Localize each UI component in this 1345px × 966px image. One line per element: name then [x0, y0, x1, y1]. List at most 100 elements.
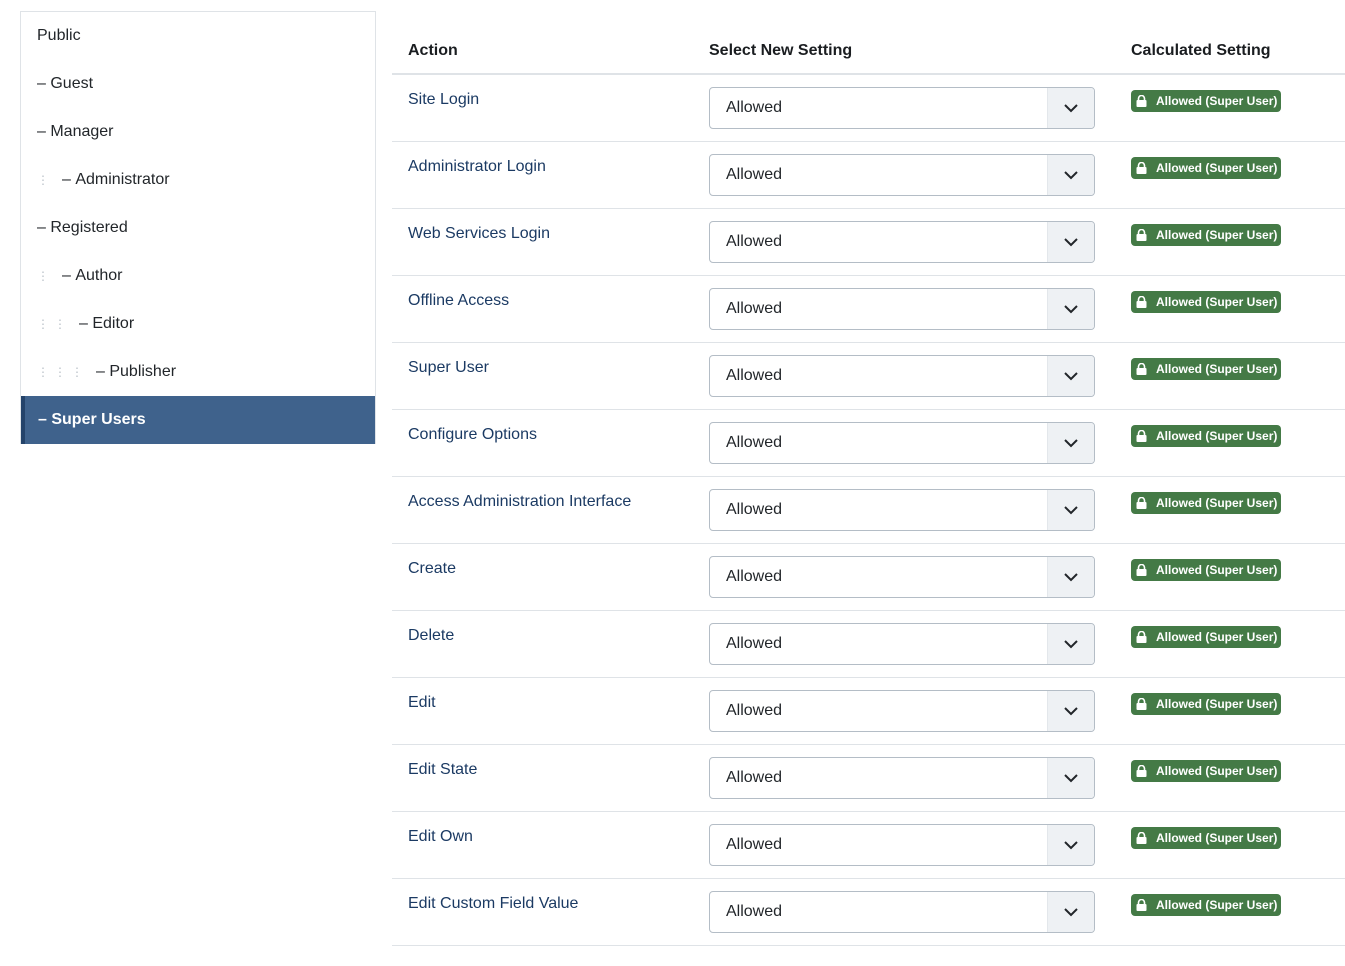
select-cell: Allowed — [709, 142, 1131, 208]
table-row: Super User Allowed Allowed (Super User) — [392, 343, 1345, 410]
tree-dash: – — [38, 411, 52, 428]
table-row: Create Allowed Allowed (Super User) — [392, 544, 1345, 611]
chevron-down-icon — [1047, 356, 1094, 396]
setting-select[interactable]: Allowed — [709, 154, 1095, 196]
header-select-new-setting: Select New Setting — [709, 41, 853, 59]
setting-select[interactable]: Allowed — [709, 422, 1095, 464]
action-label: Delete — [408, 627, 455, 644]
calculated-setting-label: Allowed (Super User) — [1156, 630, 1278, 644]
setting-select-value: Allowed — [726, 903, 783, 920]
select-cell: Allowed — [709, 879, 1131, 945]
setting-select[interactable]: Allowed — [709, 757, 1095, 799]
action-label: Web Services Login — [408, 225, 550, 242]
calculated-cell: Allowed (Super User) — [1131, 544, 1345, 610]
group-item-public[interactable]: Public — [21, 12, 375, 60]
lock-icon — [1136, 94, 1148, 108]
action-label: Offline Access — [408, 292, 510, 309]
calculated-cell: Allowed (Super User) — [1131, 812, 1345, 878]
setting-select-value: Allowed — [726, 635, 783, 652]
chevron-down-icon — [1047, 825, 1094, 865]
calculated-setting-label: Allowed (Super User) — [1156, 831, 1278, 845]
calculated-cell: Allowed (Super User) — [1131, 75, 1345, 141]
lock-icon — [1136, 295, 1148, 309]
calculated-setting-badge: Allowed (Super User) — [1131, 760, 1282, 782]
calculated-cell: Allowed (Super User) — [1131, 745, 1345, 811]
calculated-cell: Allowed (Super User) — [1131, 477, 1345, 543]
setting-select[interactable]: Allowed — [709, 87, 1095, 129]
group-item-super-users[interactable]: – Super Users — [21, 396, 375, 444]
table-row: Delete Allowed Allowed (Super User) — [392, 611, 1345, 678]
calculated-setting-label: Allowed (Super User) — [1156, 161, 1278, 175]
header-action: Action — [408, 41, 458, 59]
setting-select-value: Allowed — [726, 568, 783, 585]
select-cell: Allowed — [709, 410, 1131, 476]
tree-dash: – — [96, 363, 110, 380]
chevron-down-icon — [1047, 892, 1094, 932]
select-cell: Allowed — [709, 544, 1131, 610]
tree-dash: – — [62, 171, 76, 188]
tree-indent-dots: ⋮ ⋮ ⋮ — [37, 365, 83, 379]
group-item-author[interactable]: ⋮ – Author — [21, 252, 375, 300]
tree-dash: – — [37, 219, 51, 236]
calculated-setting-badge: Allowed (Super User) — [1131, 626, 1282, 648]
setting-select[interactable]: Allowed — [709, 355, 1095, 397]
setting-select-value: Allowed — [726, 99, 783, 116]
tree-indent-dots: ⋮ — [37, 173, 49, 187]
calculated-setting-label: Allowed (Super User) — [1156, 362, 1278, 376]
setting-select[interactable]: Allowed — [709, 489, 1095, 531]
calculated-cell: Allowed (Super User) — [1131, 142, 1345, 208]
select-cell: Allowed — [709, 611, 1131, 677]
calculated-setting-label: Allowed (Super User) — [1156, 295, 1278, 309]
setting-select[interactable]: Allowed — [709, 690, 1095, 732]
calculated-setting-badge: Allowed (Super User) — [1131, 894, 1282, 916]
calculated-setting-badge: Allowed (Super User) — [1131, 425, 1282, 447]
setting-select[interactable]: Allowed — [709, 623, 1095, 665]
table-body: Site Login Allowed Allowed (Super User) Adm… — [392, 75, 1345, 946]
group-item-label: Super Users — [51, 411, 146, 428]
table-row: Access Administration Interface Allowed Al… — [392, 477, 1345, 544]
calculated-setting-label: Allowed (Super User) — [1156, 496, 1278, 510]
tree-dash: – — [37, 75, 51, 92]
lock-icon — [1136, 228, 1148, 242]
lock-icon — [1136, 429, 1148, 443]
calculated-setting-badge: Allowed (Super User) — [1131, 492, 1282, 514]
table-row: Edit State Allowed Allowed (Super User) — [392, 745, 1345, 812]
table-row: Edit Allowed Allowed (Super User) — [392, 678, 1345, 745]
setting-select-value: Allowed — [726, 233, 783, 250]
calculated-cell: Allowed (Super User) — [1131, 879, 1345, 945]
calculated-setting-label: Allowed (Super User) — [1156, 764, 1278, 778]
group-item-editor[interactable]: ⋮ ⋮ – Editor — [21, 300, 375, 348]
group-item-label: Administrator — [75, 171, 170, 188]
group-item-guest[interactable]: – Guest — [21, 60, 375, 108]
calculated-cell: Allowed (Super User) — [1131, 678, 1345, 744]
table-row: Offline Access Allowed Allowed (Super User… — [392, 276, 1345, 343]
setting-select[interactable]: Allowed — [709, 824, 1095, 866]
select-cell: Allowed — [709, 812, 1131, 878]
group-item-registered[interactable]: – Registered — [21, 204, 375, 252]
tree-dash: – — [79, 315, 93, 332]
calculated-cell: Allowed (Super User) — [1131, 209, 1345, 275]
select-cell: Allowed — [709, 477, 1131, 543]
table-row: Web Services Login Allowed Allowed (Super … — [392, 209, 1345, 276]
setting-select[interactable]: Allowed — [709, 288, 1095, 330]
lock-icon — [1136, 161, 1148, 175]
calculated-setting-label: Allowed (Super User) — [1156, 228, 1278, 242]
calculated-setting-badge: Allowed (Super User) — [1131, 693, 1282, 715]
calculated-cell: Allowed (Super User) — [1131, 611, 1345, 677]
setting-select[interactable]: Allowed — [709, 556, 1095, 598]
action-label: Edit Own — [408, 828, 473, 845]
select-cell: Allowed — [709, 745, 1131, 811]
calculated-setting-badge: Allowed (Super User) — [1131, 90, 1282, 112]
calculated-setting-label: Allowed (Super User) — [1156, 429, 1278, 443]
group-item-administrator[interactable]: ⋮ – Administrator — [21, 156, 375, 204]
setting-select-value: Allowed — [726, 501, 783, 518]
lock-icon — [1136, 630, 1148, 644]
setting-select[interactable]: Allowed — [709, 891, 1095, 933]
chevron-down-icon — [1047, 88, 1094, 128]
group-item-publisher[interactable]: ⋮ ⋮ ⋮ – Publisher — [21, 348, 375, 396]
calculated-cell: Allowed (Super User) — [1131, 343, 1345, 409]
group-item-manager[interactable]: – Manager — [21, 108, 375, 156]
table-row: Site Login Allowed Allowed (Super User) — [392, 75, 1345, 142]
action-label: Edit Custom Field Value — [408, 895, 579, 912]
setting-select[interactable]: Allowed — [709, 221, 1095, 263]
